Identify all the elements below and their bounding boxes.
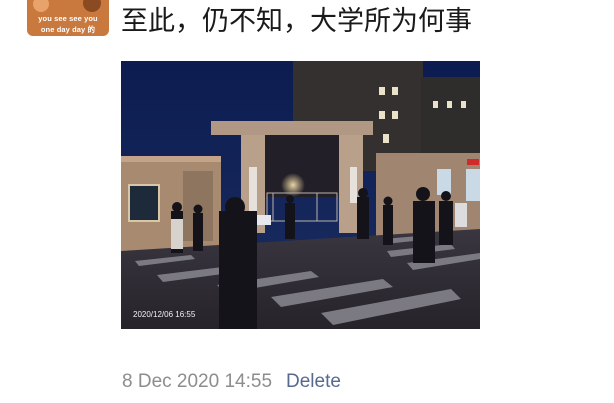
avatar-decoration <box>33 0 49 12</box>
photo-timestamp: 2020/12/06 16:55 <box>133 310 196 319</box>
post-meta: 8 Dec 2020 14:55 Delete <box>122 370 341 394</box>
photo-scene <box>121 61 480 329</box>
delete-button[interactable]: Delete <box>286 371 341 392</box>
avatar-caption-line-2: one day day 的 <box>40 25 96 34</box>
avatar[interactable]: you see see you one day day 的 <box>27 0 109 36</box>
post-text: 至此，仍不知，大学所为何事 <box>121 6 472 37</box>
avatar-decoration <box>83 0 101 12</box>
post-photo[interactable]: 2020/12/06 16:55 <box>121 61 480 329</box>
avatar-caption-line-1: you see see you <box>38 14 98 23</box>
post-time: 8 Dec 2020 14:55 <box>122 371 273 392</box>
